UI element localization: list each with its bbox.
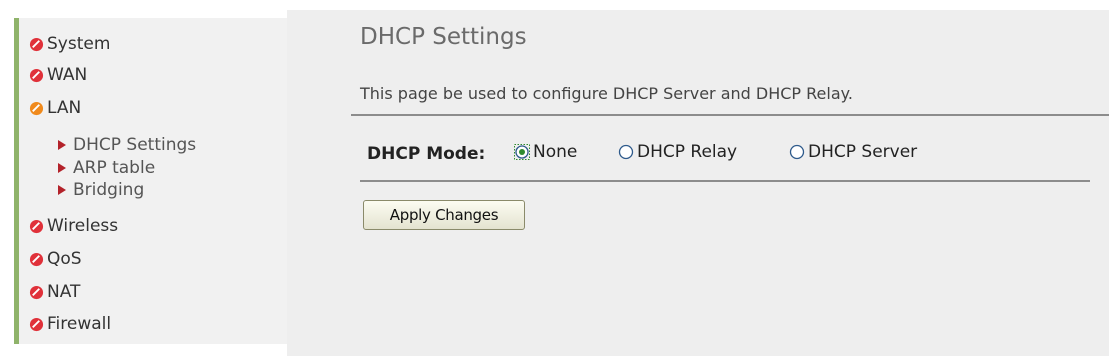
dhcp-mode-server-label: DHCP Server <box>808 142 918 162</box>
sidebar-item-label: LAN <box>47 98 82 118</box>
red-leaf-icon <box>29 68 44 82</box>
sidebar-item-label: Firewall <box>47 314 112 334</box>
sidebar-subitem-label: Bridging <box>73 180 145 200</box>
sidebar-item-nat[interactable]: NAT <box>29 282 80 302</box>
page-description: This page be used to configure DHCP Serv… <box>360 84 853 103</box>
red-leaf-icon <box>29 317 44 331</box>
sidebar-item-wan[interactable]: WAN <box>29 65 87 85</box>
page-title: DHCP Settings <box>360 24 527 50</box>
sidebar-item-lan[interactable]: LAN <box>29 98 81 118</box>
sidebar-item-wireless[interactable]: Wireless <box>29 216 118 236</box>
sidebar-item-qos[interactable]: QoS <box>29 249 82 269</box>
apply-changes-button[interactable]: Apply Changes <box>363 200 525 230</box>
sidebar-subitem-bridging[interactable]: Bridging <box>57 180 144 200</box>
sidebar-item-label: Wireless <box>47 216 119 236</box>
dhcp-mode-none-label: None <box>533 142 578 162</box>
sidebar-item-label: QoS <box>47 249 82 269</box>
sidebar-nav: System WAN LAN DHCP Settings ARP table B… <box>19 18 287 344</box>
divider <box>360 180 1090 182</box>
router-admin-page: System WAN LAN DHCP Settings ARP table B… <box>0 0 1109 356</box>
sidebar-subitem-label: ARP table <box>73 158 156 178</box>
red-triangle-icon <box>58 140 66 150</box>
red-leaf-icon <box>29 219 44 233</box>
sidebar-item-label: NAT <box>47 282 81 302</box>
red-triangle-icon <box>58 185 66 195</box>
main-content: DHCP Settings This page be used to confi… <box>287 10 1109 356</box>
red-leaf-icon <box>29 285 44 299</box>
dhcp-mode-relay-radio[interactable]: DHCP Relay <box>618 142 737 162</box>
radio-selected-icon <box>514 144 530 160</box>
radio-unselected-icon <box>789 144 805 160</box>
sidebar-item-system[interactable]: System <box>29 34 110 54</box>
dhcp-mode-server-radio[interactable]: DHCP Server <box>789 142 917 162</box>
red-leaf-icon <box>29 37 44 51</box>
radio-unselected-icon <box>618 144 634 160</box>
red-leaf-icon <box>29 252 44 266</box>
sidebar-subitem-label: DHCP Settings <box>73 135 197 155</box>
dhcp-mode-label: DHCP Mode: <box>367 144 486 164</box>
dhcp-mode-relay-label: DHCP Relay <box>637 142 738 162</box>
orange-leaf-icon <box>29 101 44 115</box>
sidebar-subitem-arp-table[interactable]: ARP table <box>57 158 155 178</box>
sidebar-subitem-dhcp-settings[interactable]: DHCP Settings <box>57 135 196 155</box>
sidebar-item-label: WAN <box>47 65 88 85</box>
dhcp-mode-none-radio[interactable]: None <box>514 142 577 162</box>
sidebar-item-firewall[interactable]: Firewall <box>29 314 111 334</box>
red-triangle-icon <box>58 163 66 173</box>
sidebar-item-label: System <box>47 34 111 54</box>
divider <box>351 114 1109 116</box>
